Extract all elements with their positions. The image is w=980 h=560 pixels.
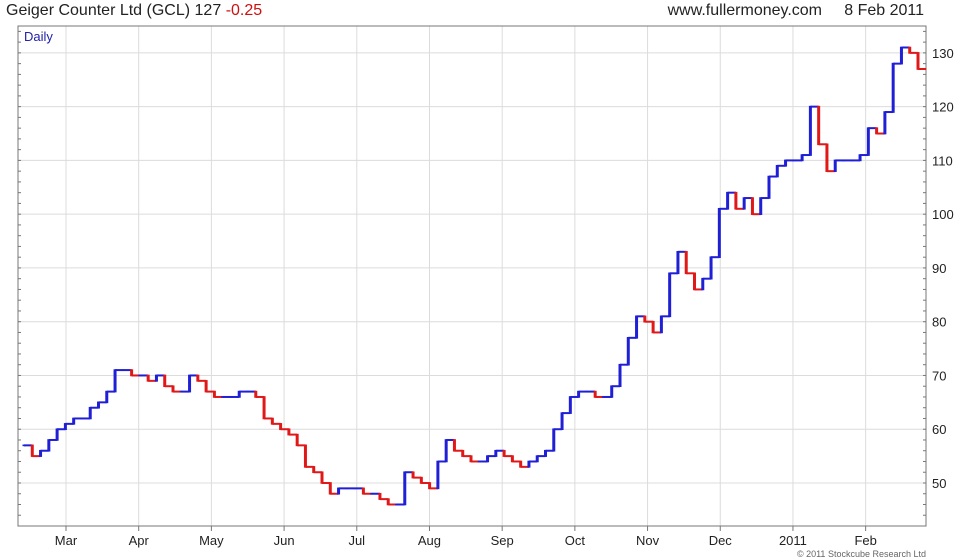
price-bar [916,52,920,70]
price-bar [55,428,59,441]
price-bar [444,439,448,463]
price-bar [568,396,572,414]
axis-ticks: 50 60 70 80 90 100 110 120 130 Mar Apr May Jun Jul Aug… [18,30,954,548]
price-bars [22,46,927,506]
y-tick-label: 60 [932,422,946,437]
x-tick-label: Feb [854,533,876,548]
price-bar [750,197,754,215]
price-bar [436,460,440,490]
y-tick-label: 70 [932,368,946,383]
price-bar [163,374,167,388]
price-bar [626,337,630,366]
price-bar [883,111,887,135]
price-bar [717,207,721,258]
y-tick-label: 100 [932,207,954,222]
copyright-credit: © 2011 Stockcube Research Ltd [796,549,926,559]
x-tick-label: Sep [491,533,514,548]
x-tick-label: Dec [709,533,733,548]
chart-frame [17,25,927,527]
y-tick-label: 50 [932,476,946,491]
x-tick-label: Jul [348,533,365,548]
price-bar [808,105,812,156]
x-tick-label: Aug [418,533,441,548]
price-bar [610,385,614,398]
price-bar [734,191,738,210]
price-bar [659,315,663,334]
price-bar [651,320,655,334]
price-bar [899,46,903,65]
x-tick-label: Jun [274,533,295,548]
price-bar [188,374,192,393]
price-bar [684,251,688,275]
x-tick-label: Nov [636,533,660,548]
price-bar [403,471,407,506]
price-bar [30,444,34,457]
price-bar [742,197,746,210]
price-bar [303,444,307,468]
x-tick-label: 2011 [779,533,807,548]
price-bar [560,412,564,431]
price-bar [676,251,680,275]
price-bar [295,433,299,447]
price-bar [891,62,895,113]
price-bar [817,105,821,146]
price-bar [833,159,837,172]
y-tick-label: 80 [932,315,946,330]
price-bar [635,315,639,339]
price-bar [767,175,771,199]
price-bar [452,439,456,452]
price-bar [105,390,109,404]
price-bar [668,272,672,318]
price-bar [113,369,117,393]
interval-label: Daily [24,29,53,44]
x-tick-label: Oct [565,533,586,548]
price-bar [88,406,92,420]
price-bar [775,164,779,178]
price-bar [262,396,266,420]
price-bar [204,380,208,393]
price-bar [709,256,713,280]
price-bar [693,272,696,291]
price-bar [47,439,51,452]
price-bar [320,471,324,484]
price-bar [726,191,730,210]
price-bar [866,127,870,156]
x-tick-label: May [199,533,224,548]
x-tick-label: Mar [55,533,78,548]
y-tick-label: 90 [932,261,946,276]
price-bar [618,363,622,388]
price-bar [759,197,763,215]
price-bar [328,482,332,495]
x-tick-label: Apr [129,533,150,548]
price-bar [825,143,829,172]
price-bar [701,277,705,291]
y-tick-label: 120 [932,100,954,115]
y-tick-label: 130 [932,46,954,61]
y-tick-label: 110 [932,153,953,168]
grid-lines [18,26,926,526]
price-bar [552,428,556,452]
price-chart: Daily 50 60 70 80 90 100 110 120 130 Mar Apr May Jun… [17,25,954,548]
